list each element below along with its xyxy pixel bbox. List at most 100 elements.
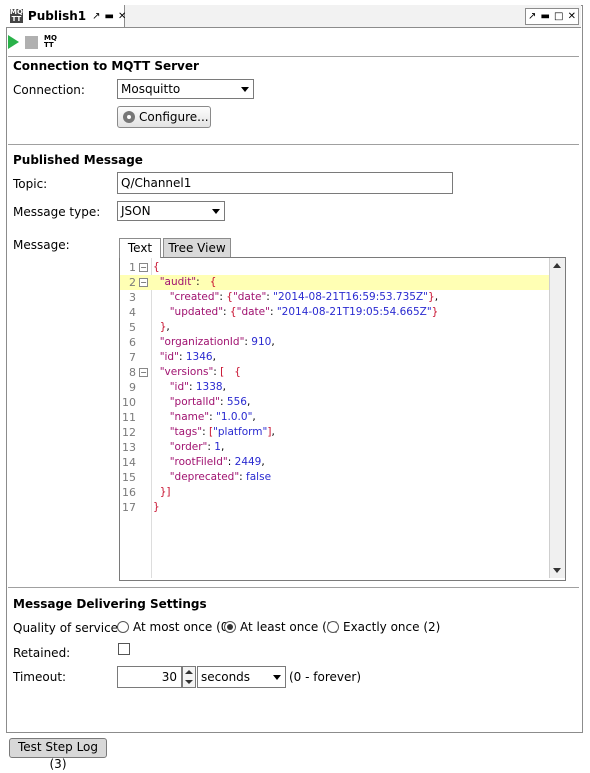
- code-line[interactable]: 13 "order": 1,: [120, 440, 549, 455]
- panel-titlebar: MQ TT Publish1 ↗ ▬ ✕ ↗ ▬ □ ✕: [6, 5, 581, 28]
- qos-option-0: At most once (0): [133, 620, 234, 634]
- message-type-label: Message type:: [13, 205, 101, 219]
- timeout-label: Timeout:: [13, 670, 67, 684]
- line-number: 16: [122, 486, 136, 499]
- stop-icon[interactable]: [25, 35, 38, 49]
- configure-label: Configure...: [139, 110, 209, 124]
- code-line[interactable]: 2− "audit": {: [120, 275, 549, 290]
- minimize-icon[interactable]: ▬: [105, 11, 114, 22]
- editor-scrollbar[interactable]: [549, 258, 565, 578]
- code-text: },: [159, 321, 170, 333]
- code-line[interactable]: 12 "tags": ["platform"],: [120, 425, 549, 440]
- code-text: "updated": {"date": "2014-08-21T19:05:54…: [169, 306, 439, 318]
- tab-text[interactable]: Text: [119, 238, 161, 258]
- message-type-value: JSON: [121, 204, 151, 218]
- topic-input[interactable]: Q/Channel1: [117, 172, 453, 194]
- line-number: 5: [129, 321, 136, 334]
- qos-option-2: Exactly once (2): [343, 620, 441, 634]
- code-line[interactable]: 15 "deprecated": false: [120, 470, 549, 485]
- retained-checkbox[interactable]: [118, 643, 130, 655]
- code-line[interactable]: 11 "name": "1.0.0",: [120, 410, 549, 425]
- code-text: {: [153, 261, 160, 273]
- chevron-down-icon: [273, 675, 281, 680]
- toolbar: MQ TT: [8, 31, 57, 53]
- code-line[interactable]: 10 "portalId": 556,: [120, 395, 549, 410]
- code-line[interactable]: 6 "organizationId": 910,: [120, 335, 549, 350]
- qos-radio-2[interactable]: [327, 621, 339, 633]
- minimize-window-icon[interactable]: ▬: [541, 11, 550, 22]
- code-text: "id": 1338,: [169, 381, 226, 393]
- line-number: 11: [122, 411, 136, 424]
- scroll-down-icon[interactable]: [553, 568, 561, 573]
- connection-value: Mosquitto: [121, 82, 181, 96]
- timeout-unit-value: seconds: [201, 670, 251, 684]
- code-text: "organizationId": 910,: [159, 336, 275, 348]
- connection-section-title: Connection to MQTT Server: [13, 59, 199, 73]
- line-number: 17: [122, 501, 136, 514]
- line-number: 8: [129, 366, 136, 379]
- line-number: 6: [129, 336, 136, 349]
- scroll-up-icon[interactable]: [553, 263, 561, 268]
- code-text: "order": 1,: [169, 441, 225, 453]
- close-window-icon[interactable]: ✕: [568, 11, 576, 22]
- tab-tree-view[interactable]: Tree View: [163, 238, 231, 257]
- code-line[interactable]: 8− "versions": [ {: [120, 365, 549, 380]
- code-line[interactable]: 7 "id": 1346,: [120, 350, 549, 365]
- line-number: 4: [129, 306, 136, 319]
- gear-icon: [123, 111, 135, 123]
- code-line[interactable]: 9 "id": 1338,: [120, 380, 549, 395]
- fold-icon[interactable]: −: [139, 368, 148, 377]
- pin-window-icon[interactable]: ↗: [528, 11, 536, 22]
- retained-label: Retained:: [13, 646, 71, 660]
- line-number: 2: [129, 276, 136, 289]
- timeout-unit-select[interactable]: seconds: [197, 666, 286, 688]
- line-number: 10: [122, 396, 136, 409]
- qos-radio-1[interactable]: [224, 621, 236, 633]
- maximize-window-icon[interactable]: □: [554, 11, 563, 22]
- code-line[interactable]: 1−{: [120, 260, 549, 275]
- test-step-log-tab[interactable]: Test Step Log (3): [9, 738, 107, 771]
- timeout-input[interactable]: 30: [117, 666, 182, 688]
- topic-label: Topic:: [13, 177, 48, 191]
- line-number: 15: [122, 471, 136, 484]
- code-line[interactable]: 4 "updated": {"date": "2014-08-21T19:05:…: [120, 305, 549, 320]
- code-text: "deprecated": false: [169, 471, 272, 483]
- pin-icon[interactable]: ↗: [92, 11, 100, 22]
- connection-select[interactable]: Mosquitto: [117, 79, 254, 99]
- code-line[interactable]: 5 },: [120, 320, 549, 335]
- increment-icon[interactable]: [185, 670, 193, 674]
- code-text: "created": {"date": "2014-08-21T16:59:53…: [169, 291, 439, 303]
- configure-button[interactable]: Configure...: [117, 106, 211, 128]
- message-label: Message:: [13, 238, 70, 252]
- qos-radio-0[interactable]: [117, 621, 129, 633]
- code-line[interactable]: 16 }]: [120, 485, 549, 500]
- qos-option-1: At least once (1): [240, 620, 340, 634]
- timeout-hint: (0 - forever): [289, 670, 361, 684]
- code-line[interactable]: 14 "rootFileId": 2449,: [120, 455, 549, 470]
- code-text: }]: [159, 486, 171, 498]
- mqtt-settings-icon[interactable]: MQ TT: [44, 35, 57, 49]
- window-controls: ↗ ▬ □ ✕: [525, 8, 579, 25]
- message-editor[interactable]: 1−{2− "audit": {3 "created": {"date": "2…: [119, 257, 566, 581]
- code-text: "portalId": 556,: [169, 396, 251, 408]
- code-line[interactable]: 17}: [120, 500, 549, 515]
- line-number: 13: [122, 441, 136, 454]
- timeout-spinner[interactable]: [182, 666, 196, 688]
- line-number: 12: [122, 426, 136, 439]
- tab-publish1[interactable]: MQ TT Publish1 ↗ ▬ ✕: [6, 5, 126, 27]
- code-text: "versions": [ {: [159, 366, 241, 378]
- code-text: "audit": {: [159, 276, 217, 288]
- line-number: 9: [129, 381, 136, 394]
- close-icon[interactable]: ✕: [118, 11, 126, 22]
- connection-label: Connection:: [13, 83, 85, 97]
- fold-icon[interactable]: −: [139, 278, 148, 287]
- code-text: "tags": ["platform"],: [169, 426, 275, 438]
- code-line[interactable]: 3 "created": {"date": "2014-08-21T16:59:…: [120, 290, 549, 305]
- line-number: 7: [129, 351, 136, 364]
- code-text: "id": 1346,: [159, 351, 216, 363]
- fold-icon[interactable]: −: [139, 263, 148, 272]
- decrement-icon[interactable]: [185, 680, 193, 684]
- run-icon[interactable]: [8, 35, 19, 49]
- published-message-title: Published Message: [13, 153, 143, 167]
- message-type-select[interactable]: JSON: [117, 201, 225, 221]
